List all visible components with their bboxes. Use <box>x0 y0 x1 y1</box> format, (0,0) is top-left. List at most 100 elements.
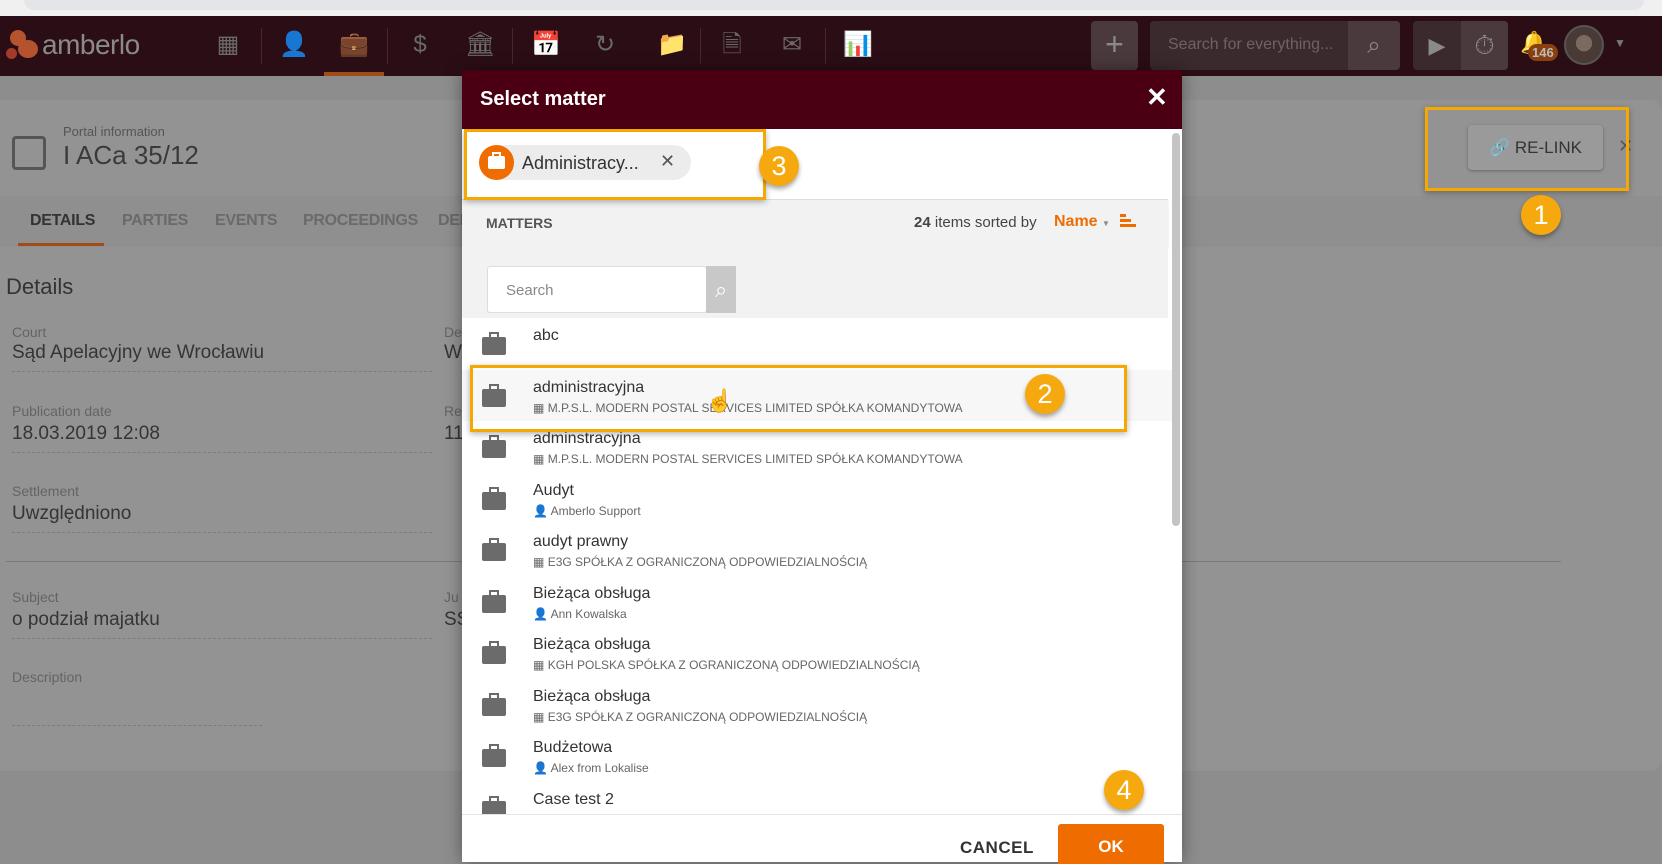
field-label: De <box>444 324 462 340</box>
stopwatch-icon[interactable]: ⏱ <box>1461 21 1508 70</box>
field-value: 11 <box>444 423 464 444</box>
matter-title: Bieżąca obsługa <box>533 636 651 653</box>
portal-icon <box>12 136 46 170</box>
invoice-icon[interactable]: $ <box>405 30 435 60</box>
divider <box>12 638 432 639</box>
avatar[interactable] <box>1564 25 1604 65</box>
field-value: 18.03.2019 12:08 <box>12 423 160 444</box>
field-value: Sąd Apelacyjny we Wrocławiu <box>12 342 265 363</box>
field-label: Re <box>444 403 462 419</box>
count-value: 24 <box>914 214 931 231</box>
field-label: Settlement <box>12 483 79 499</box>
calendar-icon[interactable]: 📅 <box>531 30 561 60</box>
tab-details[interactable]: DETAILS <box>30 212 95 230</box>
matter-search-input[interactable]: Search <box>487 266 707 313</box>
field-label: Publication date <box>12 403 112 419</box>
client-name: Amberlo Support <box>550 503 641 518</box>
folder-icon[interactable]: 📁 <box>657 30 687 60</box>
mail-icon[interactable]: ✉ <box>777 30 807 60</box>
list-item[interactable]: abc <box>462 318 1172 369</box>
matter-title: Audyt <box>533 481 574 499</box>
field-value: o podział majatku <box>12 609 160 630</box>
matter-title: Budżetowa <box>533 739 613 756</box>
list-item[interactable]: Bieżąca obsługa 👤 Ann Kowalska <box>462 576 1172 627</box>
ok-button[interactable]: OK <box>1058 824 1164 864</box>
building-icon: ▦ <box>533 555 545 569</box>
active-nav-indicator <box>324 72 384 76</box>
active-tab-indicator <box>18 243 104 246</box>
dialog-header: Select matter ✕ <box>462 70 1182 129</box>
field-label: Description <box>12 669 83 685</box>
search-icon[interactable]: ⌕ <box>706 266 736 313</box>
divider <box>12 452 432 453</box>
sorted-by-text: items sorted by <box>934 214 1037 231</box>
annotation-badge-4: 4 <box>1104 770 1144 810</box>
list-item[interactable]: Budżetowa 👤 Alex from Lokalise <box>462 730 1172 781</box>
annotation-badge-2: 2 <box>1025 374 1065 414</box>
global-search[interactable]: Search for everything... ⌕ <box>1150 21 1400 70</box>
briefcase-icon <box>482 332 508 355</box>
sort-order-icon[interactable] <box>1120 214 1136 228</box>
nav-separator <box>512 28 513 64</box>
search-icon[interactable]: ⌕ <box>1348 21 1400 70</box>
person-icon: 👤 <box>533 761 548 775</box>
matter-title: abc <box>533 327 559 344</box>
matter-title: Bieżąca obsługa <box>533 687 651 705</box>
matter-client: ▦ M.P.S.L. MODERN POSTAL SERVICES LIMITE… <box>533 452 963 466</box>
page-title: I ACa 35/12 <box>63 140 199 170</box>
client-name: Ann Kowalska <box>550 606 627 621</box>
items-count: 24 items sorted by <box>914 214 1037 231</box>
field-label: Court <box>12 324 47 340</box>
play-timer-button[interactable]: ▶ <box>1413 21 1461 70</box>
list-item[interactable]: Audyt 👤 Amberlo Support <box>462 473 1172 524</box>
add-button[interactable]: + <box>1091 21 1138 70</box>
list-item[interactable]: Case test 2 <box>462 782 1172 814</box>
browser-strip <box>0 0 1662 16</box>
top-navbar: amberlo ▦ 👤 💼 $ 🏛 📅 ↻ 📁 🗎 ✉ 📊 + Search for everyth… <box>0 16 1662 76</box>
person-icon: 👤 <box>533 606 548 621</box>
dashboard-icon[interactable]: ▦ <box>213 30 243 60</box>
scrollbar[interactable] <box>1172 133 1180 526</box>
tab-parties[interactable]: PARTIES <box>122 212 188 230</box>
field-value: Uwzględniono <box>12 503 132 524</box>
time-billing-icon[interactable]: ↻ <box>590 30 620 60</box>
nav-separator <box>825 28 826 64</box>
reports-icon[interactable]: 📊 <box>843 30 873 60</box>
dialog-title: Select matter <box>480 88 606 110</box>
building-icon: ▦ <box>533 658 545 672</box>
logo[interactable]: amberlo <box>6 28 140 62</box>
close-icon[interactable]: ✕ <box>1146 82 1168 113</box>
nav-separator <box>387 28 388 64</box>
client-name: KGH POLSKA SPÓŁKA Z OGRANICZONĄ ODPOWIED… <box>547 658 920 672</box>
annotation-box-3 <box>464 129 766 200</box>
briefcase-icon <box>482 692 508 716</box>
matters-label: MATTERS <box>486 215 553 231</box>
briefcase-icon <box>482 589 508 613</box>
tab-proceedings[interactable]: PROCEEDINGS <box>303 212 418 230</box>
annotation-badge-1: 1 <box>1521 195 1561 235</box>
divider <box>12 371 432 372</box>
cancel-button[interactable]: CANCEL <box>960 838 1034 858</box>
matter-title: audyt prawny <box>533 533 629 550</box>
list-item[interactable]: audyt prawny ▦ E3G SPÓŁKA Z OGRANICZONĄ O… <box>462 524 1172 575</box>
notification-badge: 146 <box>1528 44 1558 61</box>
field-label: Ju <box>444 589 459 605</box>
client-name: E3G SPÓŁKA Z OGRANICZONĄ ODPOWIEDZIALNOŚ… <box>547 709 868 724</box>
list-item[interactable]: Bieżąca obsługa ▦ KGH POLSKA SPÓŁKA Z OGR… <box>462 627 1172 678</box>
matter-client: 👤 Ann Kowalska <box>533 607 627 621</box>
annotation-badge-3: 3 <box>759 146 799 186</box>
chevron-down-icon[interactable]: ▼ <box>1614 36 1626 50</box>
person-icon: 👤 <box>533 503 548 518</box>
sort-field-dropdown[interactable]: Name ▼ <box>1054 213 1110 231</box>
matter-client: ▦ KGH POLSKA SPÓŁKA Z OGRANICZONĄ ODPOWI… <box>533 658 920 672</box>
document-certificate-icon[interactable]: 🗎 <box>717 30 747 60</box>
list-item[interactable]: Bieżąca obsługa ▦ E3G SPÓŁKA Z OGRANICZON… <box>462 679 1172 730</box>
tab-events[interactable]: EVENTS <box>215 212 278 230</box>
court-icon[interactable]: 🏛 <box>465 30 495 60</box>
nav-separator <box>261 28 262 64</box>
briefcase-icon <box>482 538 508 561</box>
matters-icon[interactable]: 💼 <box>339 30 369 60</box>
contacts-icon[interactable]: 👤 <box>279 30 309 60</box>
matter-title: adminstracyjna <box>533 430 641 447</box>
hand-cursor-icon: ☝ <box>706 388 734 413</box>
